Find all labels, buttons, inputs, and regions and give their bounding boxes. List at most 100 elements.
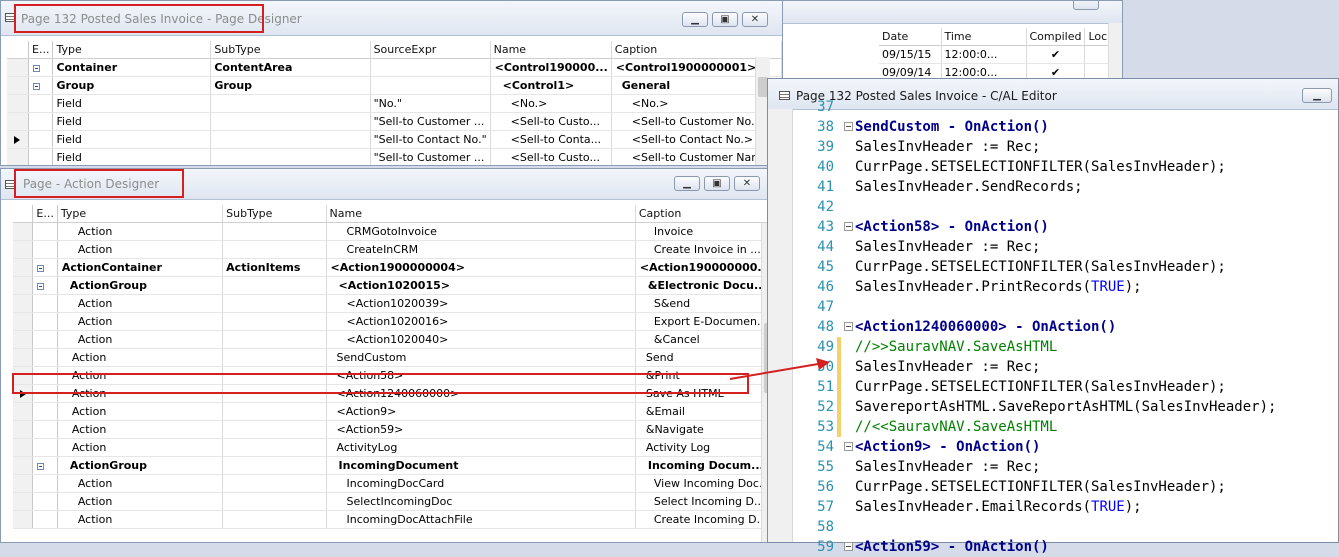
name-cell[interactable]: <Action1240060000> [326,384,636,403]
expand-cell[interactable] [28,94,54,113]
table-row[interactable]: Action <Action59> &Navigate [13,420,774,439]
name-cell[interactable]: <Action59> [326,420,636,439]
table-row[interactable]: Container ContentArea <Control190000... <Co… [7,58,782,77]
type-cell[interactable]: Field [52,130,212,149]
code-line[interactable]: 50 SalesInvHeader := Rec; [787,357,1339,377]
col-header-compiled[interactable]: Compiled [1026,28,1086,46]
row-selector[interactable] [13,348,34,367]
subtype-cell[interactable]: Group [210,76,371,95]
name-cell[interactable]: CRMGotoInvoice [326,222,636,241]
expand-cell[interactable] [32,420,58,439]
col-header-type[interactable]: Type [57,205,224,223]
code-line[interactable]: 49//>>SauravNAV.SaveAsHTML [787,337,1339,357]
row-selector[interactable] [13,384,34,403]
expand-cell[interactable] [32,330,58,349]
row-selector[interactable] [13,366,34,385]
code-line[interactable]: 51 CurrPage.SETSELECTIONFILTER(SalesInvHe… [787,377,1339,397]
sourceexpr-cell[interactable]: "Sell-to Customer ... [370,148,491,165]
type-cell[interactable]: Action [57,474,224,493]
name-cell[interactable]: <Sell-to Custo... [490,112,612,131]
collapse-icon[interactable] [844,542,853,551]
col-header-caption[interactable]: Caption [611,41,782,59]
subtype-cell[interactable] [222,240,327,259]
table-row[interactable]: Action <Action1020040> &Cancel [13,330,774,349]
caption-cell[interactable]: Export E-Documen... [635,312,774,331]
expand-cell[interactable] [32,276,58,295]
caption-cell[interactable]: Create Invoice in ... [635,240,774,259]
expand-cell[interactable] [32,240,58,259]
type-cell[interactable]: Action [57,510,224,529]
col-header-sourceexpr[interactable]: SourceExpr [370,41,491,59]
row-selector[interactable] [13,294,34,313]
expand-cell[interactable] [28,58,54,77]
collapse-icon[interactable] [844,222,853,231]
expand-cell[interactable] [32,366,58,385]
type-cell[interactable]: Action [57,348,224,367]
row-selector[interactable] [7,76,30,95]
name-cell[interactable]: SendCustom [326,348,636,367]
expand-cell[interactable] [32,348,58,367]
sourceexpr-cell[interactable]: "Sell-to Contact No." [370,130,491,149]
name-cell[interactable]: <Control1> [490,76,612,95]
subtype-cell[interactable] [222,384,327,403]
type-cell[interactable]: Field [52,112,212,131]
table-row[interactable]: ActionGroup <Action1020015> &Electronic Do… [13,276,774,295]
row-selector[interactable] [7,58,30,77]
type-cell[interactable]: Action [57,492,224,511]
expand-cell[interactable] [32,438,58,457]
row-selector[interactable] [13,456,34,475]
code-line[interactable]: 56 CurrPage.SETSELECTIONFILTER(SalesInvHe… [787,477,1339,497]
minimize-button[interactable]: ▁ [682,12,708,27]
name-cell[interactable]: <Action1020016> [326,312,636,331]
table-row[interactable]: ActionGroup IncomingDocument Incoming Docu… [13,456,774,475]
close-button[interactable]: ✕ [742,12,768,27]
type-cell[interactable]: Action [57,294,224,313]
subtype-cell[interactable] [222,294,327,313]
name-cell[interactable]: <Action9> [326,402,636,421]
code-line[interactable]: 42 [787,197,1339,217]
collapse-icon[interactable] [844,122,853,131]
table-row[interactable]: Action <Action1020016> Export E-Documen... [13,312,774,331]
code-line[interactable]: 38 SendCustom - OnAction() [787,117,1339,137]
sourceexpr-cell[interactable]: "Sell-to Customer ... [370,112,491,131]
type-cell[interactable]: Action [57,312,224,331]
minimize-button[interactable]: ▁ [674,176,700,191]
col-header-expand[interactable]: E... [28,41,54,59]
caption-cell[interactable]: <Action190000000... [635,258,774,277]
code-line[interactable]: 40 CurrPage.SETSELECTIONFILTER(SalesInvHe… [787,157,1339,177]
col-header-type[interactable]: Type [52,41,212,59]
expand-cell[interactable] [32,312,58,331]
row-selector[interactable] [7,148,30,165]
type-cell[interactable]: ActionGroup [57,456,224,475]
caption-cell[interactable]: Invoice [635,222,774,241]
collapse-icon[interactable] [33,64,41,72]
row-selector[interactable] [7,112,30,131]
close-button[interactable]: ✕ [734,176,760,191]
name-cell[interactable]: ActivityLog [326,438,636,457]
caption-cell[interactable]: &Navigate [635,420,774,439]
table-row[interactable]: 09/15/15 12:00:0... ✔ [879,45,1118,64]
type-cell[interactable]: Field [52,148,212,165]
subtype-cell[interactable] [222,492,327,511]
subtype-cell[interactable] [222,474,327,493]
col-header-name[interactable]: Name [326,205,636,223]
code-line[interactable]: 55 SalesInvHeader := Rec; [787,457,1339,477]
caption-cell[interactable]: View Incoming Doc... [635,474,774,493]
type-cell[interactable]: Action [57,330,224,349]
name-cell[interactable]: IncomingDocAttachFile [326,510,636,529]
table-row[interactable]: Action <Action1240060000> Save As HTML [13,384,774,403]
table-row[interactable]: Action <Action58> &Print [13,366,774,385]
code-line[interactable]: 58 [787,517,1339,537]
name-cell[interactable]: <Control190000... [490,58,612,77]
row-selector[interactable] [13,258,34,277]
table-row[interactable]: Action CRMGotoInvoice Invoice [13,222,774,241]
sourceexpr-cell[interactable] [370,76,491,95]
caption-cell[interactable]: Create Incoming D... [635,510,774,529]
expand-cell[interactable] [28,112,54,131]
col-header-subtype[interactable]: SubType [210,41,371,59]
collapse-icon[interactable] [37,282,45,290]
code-line[interactable]: 46 SalesInvHeader.PrintRecords(TRUE); [787,277,1339,297]
row-selector[interactable] [13,222,34,241]
maximize-button[interactable]: ▣ [704,176,730,191]
code-line[interactable]: 48 <Action1240060000> - OnAction() [787,317,1339,337]
